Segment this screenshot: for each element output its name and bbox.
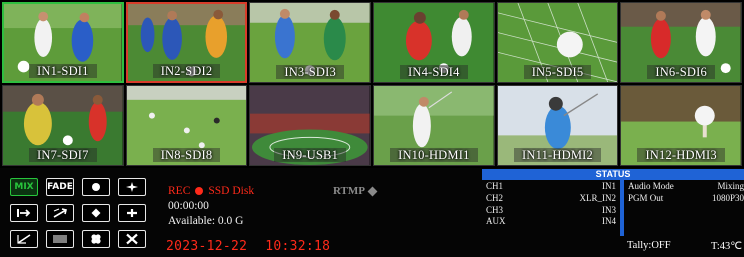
channel-name: AUX [486,216,506,226]
diamond-wipe-button[interactable] [82,204,110,222]
slash-wipe-button[interactable] [10,230,38,248]
cross-wipe-button[interactable] [118,204,146,222]
record-status: REC SSD Disk [168,185,254,197]
tile-label: IN4-SDI4 [400,65,468,79]
star-wipe-icon [126,182,138,192]
input-tile-in9[interactable]: IN9-USB1 [249,85,371,166]
input-tile-in1[interactable]: IN1-SDI1 [2,2,124,83]
record-duration: 00:00:00 [168,200,209,212]
circle-wipe-button[interactable] [82,178,110,196]
x-wipe-button[interactable] [118,230,146,248]
channel-source: IN3 [602,205,616,215]
status-divider [620,180,624,236]
diagonal-wipe-icon [53,208,67,218]
rtmp-label: RTMP [333,185,365,197]
star-wipe-button[interactable] [118,178,146,196]
input-tile-in4[interactable]: IN4-SDI4 [372,2,495,83]
channel-row: CH3 IN3 [486,205,616,215]
input-tile-in8[interactable]: IN8-SDI8 [125,85,248,166]
mix-transition-button[interactable]: MIX [10,178,38,196]
input-tile-in2[interactable]: IN2-SDI2 [125,2,248,83]
pgm-out-row: PGM Out 1080P30 [628,193,744,203]
input-tile-in12[interactable]: IN12-HDMI3 [620,85,742,166]
diagonal-wipe-button[interactable] [46,204,74,222]
tile-label: IN1-SDI1 [29,64,97,78]
channel-source: IN4 [602,216,616,226]
circle-wipe-icon [92,183,100,191]
input-tile-in11[interactable]: IN11-HDMI2 [496,85,619,166]
multiview-grid: IN1-SDI1 IN2-SDI2 IN3-SDI3 IN4-SDI4 IN5-… [2,2,742,166]
record-panel: REC SSD Disk 00:00:00 Available: 0.0 G [168,185,254,227]
channel-name: CH3 [486,205,504,215]
status-header: STATUS [482,169,744,180]
audio-mode-value: Mixing [717,181,744,191]
transition-button-grid: MIX FADE [10,178,146,252]
tally-status: Tally:OFF [627,240,671,251]
x-wipe-icon [126,233,138,245]
tile-label: IN6-SDI6 [647,65,715,79]
channel-name: CH1 [486,181,504,191]
cross-wipe-icon [127,209,137,217]
tile-label: IN12-HDMI3 [637,148,725,162]
input-tile-in5[interactable]: IN5-SDI5 [496,2,619,83]
date-text: 2023-12-22 [166,239,248,254]
channel-row: AUX IN4 [486,216,616,226]
diamond-wipe-icon [91,208,101,218]
clover-wipe-icon [91,234,101,244]
channel-source: XLR_IN2 [579,193,617,203]
rtmp-indicator-icon [367,186,378,196]
tile-label: IN10-HDMI1 [390,148,478,162]
input-tile-in6[interactable]: IN6-SDI6 [620,2,742,83]
rec-label: REC [168,185,191,197]
channel-source: IN1 [602,181,616,191]
input-tile-in3[interactable]: IN3-SDI3 [249,2,371,83]
tile-label: IN5-SDI5 [523,65,592,79]
disk-label: SSD Disk [208,185,255,197]
disk-available: Available: 0.0 G [168,215,244,227]
channel-name: CH2 [486,193,504,203]
date-time-display: 2023-12-22 10:32:18 [166,239,330,254]
tile-label: IN8-SDI8 [152,148,221,162]
rtmp-status: RTMP [333,185,378,197]
record-dot-icon [195,187,204,195]
time-text: 10:32:18 [265,239,331,254]
temperature-readout: T:43℃ [711,241,743,252]
pgm-out-value: 1080P30 [711,193,744,203]
audio-mode-row: Audio Mode Mixing [628,181,744,191]
blinds-wipe-icon [53,235,67,243]
channel-row: CH1 IN1 [486,181,616,191]
slash-wipe-icon [17,234,31,244]
bar-right-wipe-icon [17,209,31,217]
channel-row: CH2 XLR_IN2 [486,193,616,203]
pgm-out-label: PGM Out [628,193,664,203]
fade-transition-button[interactable]: FADE [46,178,74,196]
input-tile-in10[interactable]: IN10-HDMI1 [372,85,495,166]
tile-label: IN7-SDI7 [29,148,97,162]
status-panel: STATUS CH1 IN1 CH2 XLR_IN2 CH3 IN3 AUX I… [482,169,744,240]
audio-mode-label: Audio Mode [628,181,674,191]
tile-label: IN9-USB1 [274,148,347,162]
tile-label: IN2-SDI2 [152,64,221,78]
tile-label: IN3-SDI3 [276,65,344,79]
tile-label: IN11-HDMI2 [514,148,601,162]
input-tile-in7[interactable]: IN7-SDI7 [2,85,124,166]
bar-right-wipe-button[interactable] [10,204,38,222]
clover-wipe-button[interactable] [82,230,110,248]
blinds-wipe-button[interactable] [46,230,74,248]
